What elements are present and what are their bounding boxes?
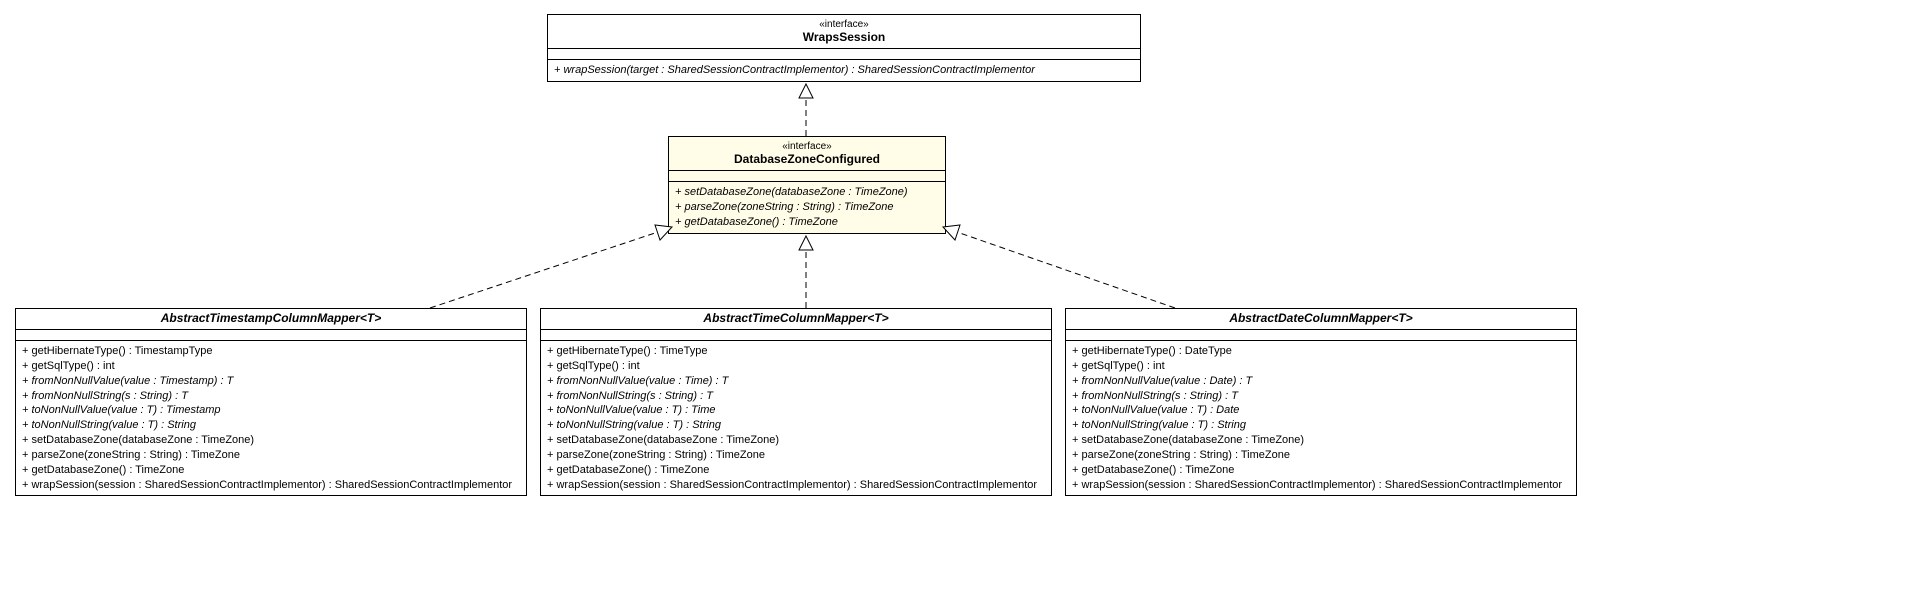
- method: + toNonNullValue(value : T) : Timestamp: [22, 403, 520, 418]
- method: + fromNonNullValue(value : Timestamp) : …: [22, 374, 520, 389]
- method: + fromNonNullValue(value : Date) : T: [1072, 374, 1570, 389]
- method: + getDatabaseZone() : TimeZone: [22, 463, 520, 478]
- method: + toNonNullValue(value : T) : Time: [547, 403, 1045, 418]
- methods-compartment: + getHibernateType() : TimeType + getSql…: [541, 341, 1051, 495]
- attributes-compartment: [16, 330, 526, 341]
- method: + getDatabaseZone() : TimeZone: [547, 463, 1045, 478]
- method: + getHibernateType() : DateType: [1072, 344, 1570, 359]
- title-compartment: AbstractDateColumnMapper<T>: [1066, 309, 1576, 330]
- method: + fromNonNullString(s : String) : T: [1072, 389, 1570, 404]
- stereotype-label: «interface»: [675, 139, 939, 152]
- attributes-compartment: [548, 49, 1140, 60]
- connectors-svg: [0, 0, 1919, 592]
- method: + parseZone(zoneString : String) : TimeZ…: [675, 200, 939, 215]
- interface-name: WrapsSession: [554, 30, 1134, 46]
- method: + getHibernateType() : TimestampType: [22, 344, 520, 359]
- method: + setDatabaseZone(databaseZone : TimeZon…: [547, 433, 1045, 448]
- methods-compartment: + getHibernateType() : DateType + getSql…: [1066, 341, 1576, 495]
- method: + parseZone(zoneString : String) : TimeZ…: [547, 448, 1045, 463]
- method: + wrapSession(session : SharedSessionCon…: [547, 478, 1045, 493]
- method: + getDatabaseZone() : TimeZone: [1072, 463, 1570, 478]
- class-abstract-timestamp-column-mapper: AbstractTimestampColumnMapper<T> + getHi…: [15, 308, 527, 496]
- interface-name: DatabaseZoneConfigured: [675, 152, 939, 168]
- method: + toNonNullString(value : T) : String: [1072, 418, 1570, 433]
- attributes-compartment: [541, 330, 1051, 341]
- interface-wraps-session: «interface» WrapsSession + wrapSession(t…: [547, 14, 1141, 82]
- method: + parseZone(zoneString : String) : TimeZ…: [1072, 448, 1570, 463]
- methods-compartment: + getHibernateType() : TimestampType + g…: [16, 341, 526, 495]
- method: + fromNonNullString(s : String) : T: [547, 389, 1045, 404]
- class-name: AbstractTimestampColumnMapper<T>: [22, 311, 520, 327]
- method: + fromNonNullString(s : String) : T: [22, 389, 520, 404]
- method: + setDatabaseZone(databaseZone : TimeZon…: [675, 185, 939, 200]
- title-compartment: AbstractTimeColumnMapper<T>: [541, 309, 1051, 330]
- title-compartment: «interface» DatabaseZoneConfigured: [669, 137, 945, 171]
- class-name: AbstractTimeColumnMapper<T>: [547, 311, 1045, 327]
- method: + toNonNullString(value : T) : String: [22, 418, 520, 433]
- title-compartment: AbstractTimestampColumnMapper<T>: [16, 309, 526, 330]
- method: + toNonNullValue(value : T) : Date: [1072, 403, 1570, 418]
- method: + getSqlType() : int: [22, 359, 520, 374]
- method: + fromNonNullValue(value : Time) : T: [547, 374, 1045, 389]
- method: + wrapSession(session : SharedSessionCon…: [1072, 478, 1570, 493]
- method: + getSqlType() : int: [1072, 359, 1570, 374]
- method: + getHibernateType() : TimeType: [547, 344, 1045, 359]
- interface-database-zone-configured: «interface» DatabaseZoneConfigured + set…: [668, 136, 946, 234]
- arrowhead-dzc-to-ws: [799, 84, 813, 98]
- class-abstract-date-column-mapper: AbstractDateColumnMapper<T> + getHiberna…: [1065, 308, 1577, 496]
- method: + toNonNullString(value : T) : String: [547, 418, 1045, 433]
- attributes-compartment: [1066, 330, 1576, 341]
- method: + setDatabaseZone(databaseZone : TimeZon…: [22, 433, 520, 448]
- stereotype-label: «interface»: [554, 17, 1134, 30]
- method: + getDatabaseZone() : TimeZone: [675, 215, 939, 230]
- class-abstract-time-column-mapper: AbstractTimeColumnMapper<T> + getHiberna…: [540, 308, 1052, 496]
- method: + setDatabaseZone(databaseZone : TimeZon…: [1072, 433, 1570, 448]
- method: + getSqlType() : int: [547, 359, 1045, 374]
- method: + wrapSession(session : SharedSessionCon…: [22, 478, 520, 493]
- method: + parseZone(zoneString : String) : TimeZ…: [22, 448, 520, 463]
- connector-date-to-dzc: [957, 232, 1175, 308]
- arrowhead-time-to-dzc: [799, 236, 813, 250]
- connector-ts-to-dzc: [430, 232, 658, 308]
- class-name: AbstractDateColumnMapper<T>: [1072, 311, 1570, 327]
- title-compartment: «interface» WrapsSession: [548, 15, 1140, 49]
- method: + wrapSession(target : SharedSessionCont…: [554, 63, 1134, 78]
- attributes-compartment: [669, 171, 945, 182]
- methods-compartment: + setDatabaseZone(databaseZone : TimeZon…: [669, 182, 945, 233]
- methods-compartment: + wrapSession(target : SharedSessionCont…: [548, 60, 1140, 81]
